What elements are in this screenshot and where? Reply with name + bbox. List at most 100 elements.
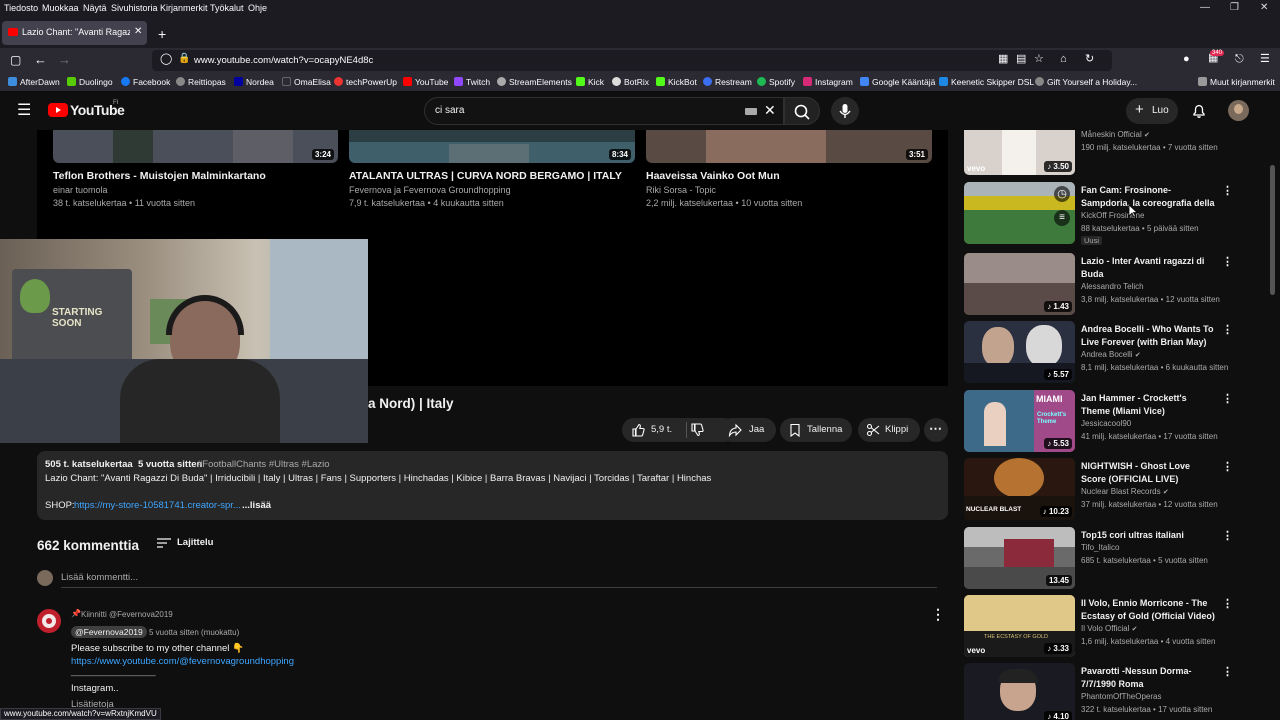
more-actions-button[interactable]: ⋯ [924,418,948,442]
video-title[interactable]: Jan Hammer - Crockett's Theme (Miami Vic… [1081,392,1217,418]
scrollbar[interactable] [1270,165,1275,295]
endcard-channel[interactable]: einar tuomola [53,185,108,195]
sort-comments-button[interactable]: Lajittelu [157,536,227,552]
account-icon[interactable]: ● [1183,54,1190,65]
sidebar-video[interactable]: THE ECSTASY OF GOLD vevo ♪ 3.33 Il Volo,… [964,595,1234,657]
video-title[interactable]: NIGHTWISH - Ghost Love Score (OFFICIAL L… [1081,460,1217,486]
clear-search-icon[interactable]: ✕ [764,102,776,119]
sidebar-video[interactable]: ♪ 4.10 Pavarotti -Nessun Dorma- 7/7/1990… [964,663,1234,720]
video-title[interactable]: Andrea Bocelli - Who Wants To Live Forev… [1081,323,1217,350]
home-icon[interactable]: ⌂ [1060,54,1067,65]
video-thumbnail[interactable]: NUCLEAR BLAST ♪ 10.23 [964,458,1075,520]
translate-icon[interactable]: ▦ [998,54,1008,65]
menu-edit[interactable]: Muokkaa [42,3,79,13]
create-button[interactable]: + Luo [1126,98,1178,124]
more-options-icon[interactable]: ⋮ [1222,392,1233,405]
url-text[interactable]: www.youtube.com/watch?v=ocapyNE4d8c [194,55,373,66]
menu-help[interactable]: Ohje [248,3,267,13]
channel-name[interactable]: Jessicacool90 [1081,419,1131,428]
channel-name[interactable]: Tifo_Italico [1081,543,1119,552]
endcard-title[interactable]: Teflon Brothers - Muistojen Malminkartan… [53,170,266,182]
bookmark-star-icon[interactable]: ☆ [1034,54,1044,65]
show-more-link[interactable]: ...lisää [242,500,271,511]
youtube-logo-icon[interactable] [48,103,68,117]
bookmark-omaelisa[interactable]: OmaElisa [282,77,331,87]
sidebar-video[interactable]: vevo ♪ 3.50 Måneskin Official ✔ 190 milj… [964,130,1234,175]
sidebar-toggle-icon[interactable]: ▢ [10,54,21,66]
video-title[interactable]: Lazio - Inter Avanti ragazzi di Buda [1081,255,1217,281]
menu-history[interactable]: Sivuhistoria [111,3,158,13]
close-window-icon[interactable]: ✕ [1260,2,1268,13]
bookmark-duolingo[interactable]: Duolingo [67,77,113,87]
sidebar-video[interactable]: ◷ ≡ Fan Cam: Frosinone-Sampdoria, la cor… [964,182,1234,245]
dislike-icon[interactable] [690,423,704,437]
share-button[interactable]: Jaa [720,418,776,442]
tracking-protection-icon[interactable]: ◯ [160,54,172,65]
description-box[interactable]: 505 t. katselukertaa 5 vuotta sitten #Fo… [37,451,948,520]
endcard-channel[interactable]: Fevernova ja Fevernova Groundhopping [349,185,511,195]
more-options-icon[interactable]: ⋮ [1222,529,1233,542]
bookmark-google-translate[interactable]: Google Kääntäjä [860,77,935,87]
menu-bookmarks[interactable]: Kirjanmerkit [160,3,208,13]
back-icon[interactable]: ← [34,53,47,66]
add-to-queue-icon[interactable]: ≡ [1054,210,1070,226]
clip-button[interactable]: Klippi [858,418,920,442]
bookmark-nordea[interactable]: Nordea [234,77,274,87]
sidebar-video[interactable]: MIAMI Crockett's Theme ♪ 5.53 Jan Hammer… [964,390,1234,452]
bookmark-facebook[interactable]: Facebook [121,77,170,87]
reader-icon[interactable]: ▤ [1016,54,1026,65]
new-tab-icon[interactable]: + [158,27,166,41]
video-thumbnail[interactable]: THE ECSTASY OF GOLD vevo ♪ 3.33 [964,595,1075,657]
add-comment-input[interactable]: Lisää kommentti... [61,572,138,583]
avatar[interactable] [1228,100,1249,121]
bookmark-afterdawn[interactable]: AfterDawn [8,77,60,87]
more-options-icon[interactable]: ⋮ [1222,460,1233,473]
search-input[interactable]: ci sara ✕ [424,97,784,125]
more-options-icon[interactable]: ⋮ [1222,597,1233,610]
sidebar-video[interactable]: ♪ 5.57 Andrea Bocelli - Who Wants To Liv… [964,321,1234,383]
minimize-icon[interactable]: — [1200,2,1210,13]
keyboard-icon[interactable] [745,108,757,115]
more-options-icon[interactable]: ⋮ [1222,255,1233,268]
bookmark-keenetic[interactable]: Keenetic Skipper DSL [939,77,1034,87]
sidebar-video[interactable]: ♪ 1.43 Lazio - Inter Avanti ragazzi di B… [964,253,1234,315]
video-title[interactable]: Fan Cam: Frosinone-Sampdoria, la coreogr… [1081,184,1217,211]
bookmark-kickbot[interactable]: KickBot [656,77,697,87]
comment-time[interactable]: 5 vuotta sitten (muokattu) [149,628,239,637]
channel-name[interactable]: PhantomOfTheOperas [1081,692,1161,701]
video-thumbnail[interactable]: MIAMI Crockett's Theme ♪ 5.53 [964,390,1075,452]
app-menu-icon[interactable]: ☰ [1260,54,1270,65]
video-title[interactable]: Pavarotti -Nessun Dorma- 7/7/1990 Roma [1081,665,1217,691]
watch-later-icon[interactable]: ◷ [1054,186,1070,202]
bookmark-reittiopas[interactable]: Reittiopas [176,77,226,87]
bookmark-spotify[interactable]: Spotify [757,77,795,87]
endcard-title[interactable]: ATALANTA ULTRAS | CURVA NORD BERGAMO | I… [349,170,622,182]
video-title[interactable]: Top15 cori ultras italiani [1081,529,1217,542]
commenter-avatar[interactable] [37,609,61,633]
endcard-thumbnail[interactable]: 8:34 [349,130,635,163]
video-thumbnail[interactable]: ♪ 5.57 [964,321,1075,383]
endcard-title[interactable]: Haaveissa Vainko Oot Mun [646,170,780,182]
video-title[interactable]: Il Volo, Ennio Morricone - The Ecstasy o… [1081,597,1217,623]
bookmark-youtube[interactable]: YouTube [403,77,448,87]
bookmark-techpowerup[interactable]: techPowerUp [334,77,397,87]
endcard-thumbnail[interactable]: 3:51 [646,130,932,163]
more-options-icon[interactable]: ⋮ [1222,184,1233,197]
video-thumbnail[interactable]: ◷ ≡ [964,182,1075,244]
sidebar-video[interactable]: 13.45 Top15 cori ultras italiani Tifo_It… [964,527,1234,589]
search-query[interactable]: ci sara [435,105,464,116]
channel-name[interactable]: Måneskin Official ✔ [1081,130,1150,139]
endcard-channel[interactable]: Riki Sorsa - Topic [646,185,716,195]
menu-tools[interactable]: Työkalut [210,3,244,13]
video-thumbnail[interactable]: ♪ 4.10 [964,663,1075,720]
comment-author[interactable]: @Fevernova2019 [71,626,147,638]
bookmark-restream[interactable]: Restream [703,77,752,87]
channel-name[interactable]: Nuclear Blast Records ✔ [1081,487,1169,496]
like-icon[interactable] [631,423,645,437]
video-thumbnail[interactable]: 13.45 [964,527,1075,589]
bookmark-botrix[interactable]: BotRix [612,77,649,87]
forward-icon[interactable]: → [58,53,71,66]
browser-tab-active[interactable]: Lazio Chant: "Avanti Ragazzi Di ✕ [2,21,147,45]
search-button[interactable] [784,97,820,125]
bookmark-twitch[interactable]: Twitch [454,77,490,87]
